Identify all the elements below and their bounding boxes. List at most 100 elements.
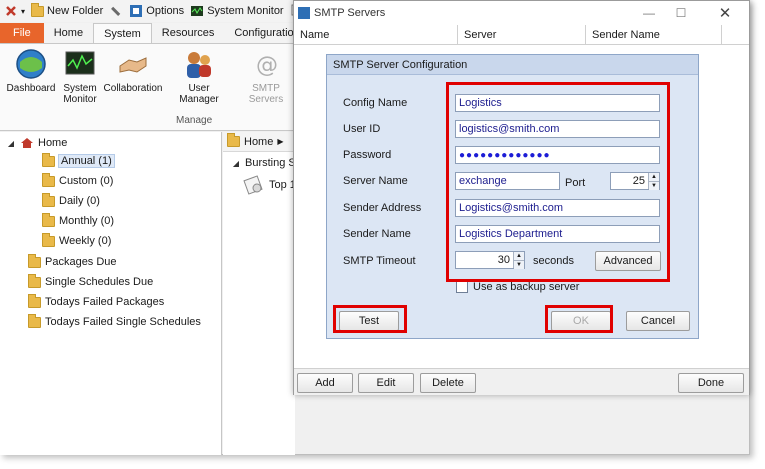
port-value: 25 [632,175,645,187]
breadcrumb-home[interactable]: Home [244,136,273,148]
folder-icon [42,152,55,167]
column-name[interactable]: Name [294,25,458,45]
minimize-icon[interactable]: — [634,4,664,22]
ok-button[interactable]: OK [551,311,611,331]
tools-icon [111,6,121,16]
spinner-arrows-icon[interactable]: ▲ ▼ [513,252,524,269]
delete-button[interactable]: Delete [420,373,476,393]
smtp-servers-titlebar: SMTP Servers — ☐ ✕ [294,1,749,25]
ribbon-group-label: Manage [176,115,213,126]
smtp-servers-title: SMTP Servers [314,7,386,19]
group-header-label: Bursting S [245,157,296,169]
tab-resources[interactable]: Resources [152,23,225,43]
sender-name-label: Sender Name [343,228,411,240]
tree-section-label: Todays Failed Single Schedules [45,316,201,328]
smtp-servers-label: SMTP Servers [248,83,284,105]
new-folder-button[interactable]: New Folder [31,2,104,17]
close-icon[interactable]: ✕ [710,4,740,22]
collapse-arrow-icon[interactable]: ◢ [231,159,241,168]
dashboard-button[interactable]: Dashboard [6,48,56,94]
tree-todays-failed-single-schedules[interactable]: Todays Failed Single Schedules [28,313,201,331]
user-manager-button[interactable]: User Manager [168,48,230,105]
collaboration-button[interactable]: Collaboration [104,48,162,94]
smtp-servers-icon: @ [256,53,278,78]
system-monitor-label: System Monitor [63,83,97,105]
tree-folder-label: Annual (1) [58,154,115,168]
schedule-item-label: Top 1 [269,179,296,191]
tree-root-home[interactable]: ◢ Home [6,134,67,152]
password-field[interactable]: ●●●●●●●●●●●●● [455,146,660,164]
tab-home[interactable]: Home [44,23,93,43]
folder-icon [42,212,55,227]
edit-button[interactable]: Edit [358,373,414,393]
server-name-label: Server Name [343,175,408,187]
add-button[interactable]: Add [297,373,353,393]
tree-folder-weekly[interactable]: Weekly (0) [42,232,111,250]
folder-icon [28,313,41,328]
smtp-timeout-stepper[interactable]: 30 ▲ ▼ [455,251,525,269]
new-folder-label: New Folder [47,5,104,17]
tree-packages-due[interactable]: Packages Due [28,253,117,271]
group-header[interactable]: ◢ Bursting S [231,154,296,172]
package-icon [243,175,263,195]
tree-folder-custom[interactable]: Custom (0) [42,172,113,190]
backup-server-label[interactable]: Use as backup server [473,281,579,293]
folder-icon [42,192,55,207]
port-label: Port [565,177,586,189]
collaboration-label: Collaboration [103,83,163,94]
tree-folder-annual[interactable]: Annual (1) [42,152,115,170]
system-monitor-qat-label: System Monitor [207,5,284,17]
tree-single-schedules-due[interactable]: Single Schedules Due [28,273,153,291]
sender-name-field[interactable]: Logistics Department [455,225,660,243]
options-icon [130,5,143,17]
cancel-button[interactable]: Cancel [626,311,690,331]
smtp-footer: Add Edit Delete Done [294,368,749,395]
maximize-icon[interactable]: ☐ [666,4,696,22]
home-icon [21,138,33,148]
tree-section-label: Packages Due [45,256,117,268]
smtp-servers-button[interactable]: @ SMTP Servers [236,48,296,105]
dashboard-icon [16,49,46,79]
tab-system[interactable]: System [93,23,152,43]
smtp-config-titlebar: SMTP Server Configuration [327,55,698,75]
smtp-timeout-value: 30 [497,254,510,266]
qat-close[interactable]: ▾ [4,4,25,18]
system-monitor-button[interactable]: System Monitor [60,48,100,105]
system-monitor-icon [65,51,95,75]
folder-tree: ◢ Home Annual (1) Custom (0) Daily (0) M… [0,132,222,455]
tree-folder-daily[interactable]: Daily (0) [42,192,100,210]
schedule-item[interactable]: Top 1 [243,175,296,195]
expand-arrow-icon[interactable]: ◢ [6,139,16,148]
column-server[interactable]: Server [458,25,586,45]
smtp-config-dialog: SMTP Server Configuration Config Name Lo… [326,54,699,339]
ribbon-tabs: File Home System Resources Configuration [0,23,300,43]
tree-todays-failed-packages[interactable]: Todays Failed Packages [28,293,164,311]
column-sender-name[interactable]: Sender Name [586,25,722,45]
config-name-field[interactable]: Logistics [455,94,660,112]
tree-folder-monthly[interactable]: Monthly (0) [42,212,114,230]
options-button[interactable]: Options [129,4,184,18]
advanced-button[interactable]: Advanced [595,251,661,271]
config-name-label: Config Name [343,97,408,109]
system-monitor-qat-button[interactable]: System Monitor [190,4,284,18]
svg-text:@: @ [256,53,278,78]
backup-server-checkbox[interactable] [456,281,468,293]
password-label: Password [343,149,392,161]
tools-button[interactable] [109,4,123,18]
user-id-field[interactable]: logistics@smith.com [455,120,660,138]
smtp-timeout-label: SMTP Timeout [343,255,416,267]
test-button[interactable]: Test [339,311,399,331]
tree-section-label: Todays Failed Packages [45,296,165,308]
tab-file[interactable]: File [0,23,44,43]
tree-folder-label: Weekly (0) [59,235,112,247]
spinner-arrows-icon[interactable]: ▲ ▼ [648,173,659,190]
done-button[interactable]: Done [678,373,744,393]
tree-root-label: Home [38,137,68,149]
close-x-icon [6,6,16,16]
sender-address-field[interactable]: Logistics@smith.com [455,199,660,217]
breadcrumb-arrow-icon[interactable]: ▶ [277,137,283,146]
port-stepper[interactable]: 25 ▲ ▼ [610,172,660,190]
folder-icon [42,232,55,247]
server-name-field[interactable]: exchange [455,172,560,190]
user-manager-icon [187,52,211,78]
